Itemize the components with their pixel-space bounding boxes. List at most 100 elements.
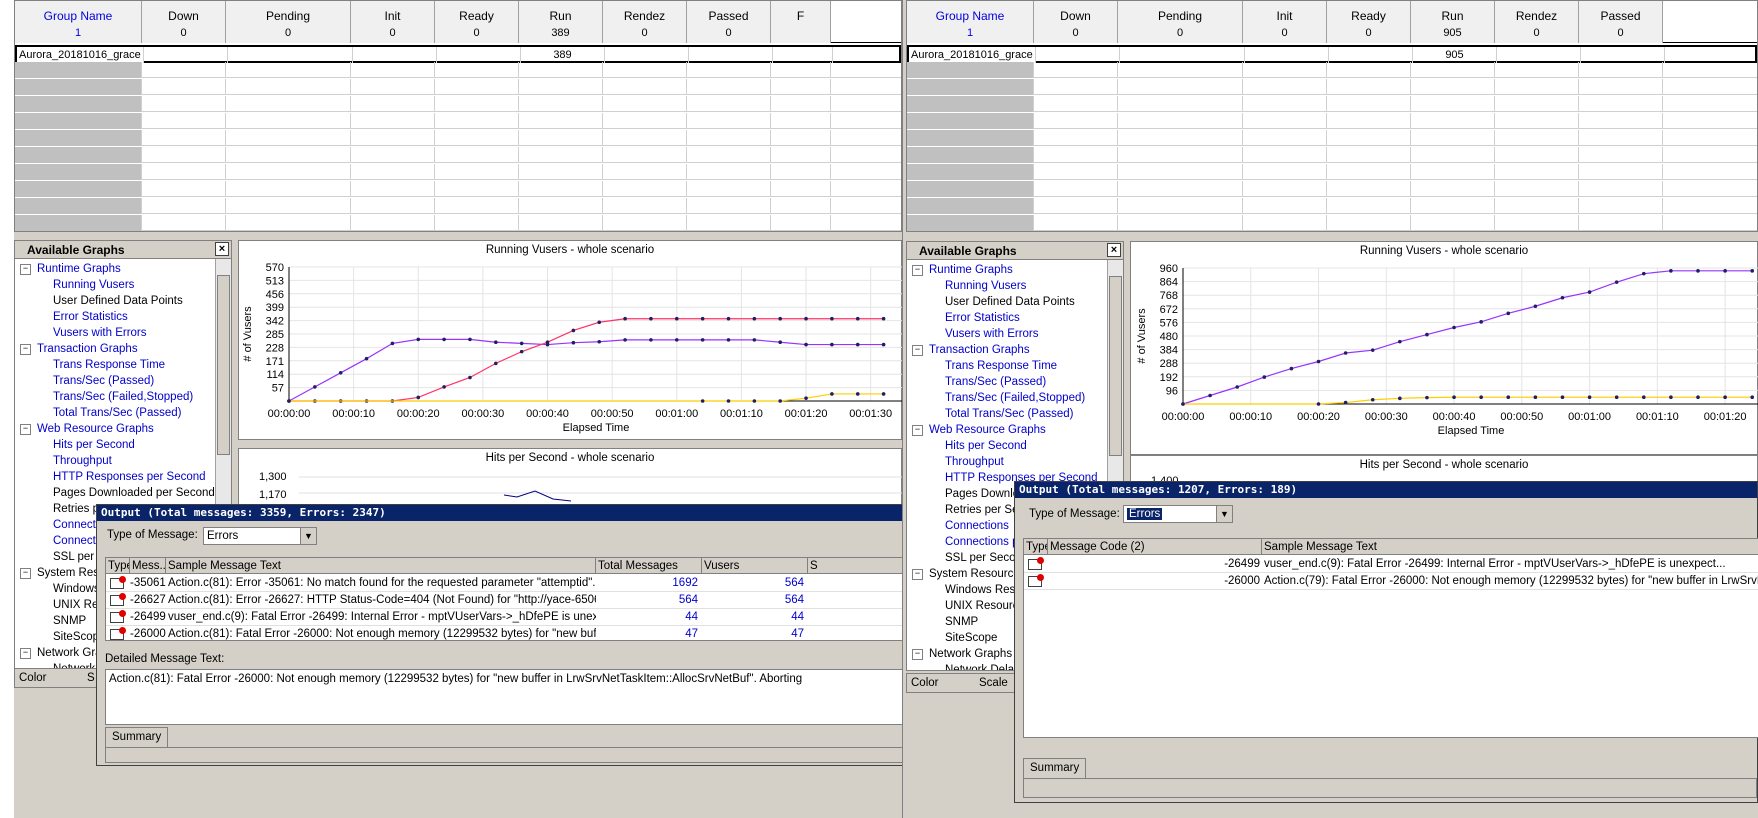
running-vusers-chart[interactable]: Running Vusers - whole scenario 57 114 171… (238, 240, 902, 440)
group-row[interactable] (907, 181, 1757, 197)
column-header[interactable]: Init 0 (351, 1, 435, 43)
group-row[interactable] (15, 181, 901, 197)
group-row[interactable] (15, 164, 901, 180)
grid-cell (603, 181, 687, 197)
tree-category[interactable]: Transaction Graphs (15, 341, 215, 357)
column-header[interactable]: Pending 0 (1118, 1, 1243, 43)
column-header[interactable]: Down 0 (1034, 1, 1118, 43)
tree-item[interactable]: HTTP Responses per Second (15, 469, 215, 485)
column-header[interactable]: Ready 0 (435, 1, 519, 43)
tree-item[interactable]: Trans/Sec (Passed) (15, 373, 215, 389)
tree-item[interactable]: Pages Downloaded per Second (15, 485, 215, 501)
hits-per-second-chart[interactable]: Hits per Second - whole scenario 1,300 1… (238, 448, 902, 508)
grid-cell (603, 130, 687, 146)
tree-item[interactable]: Running Vusers (907, 278, 1107, 294)
column-header[interactable]: Passed 0 (1579, 1, 1663, 43)
group-row[interactable] (907, 215, 1757, 231)
data-point (287, 399, 291, 403)
tree-item[interactable]: Hits per Second (907, 438, 1107, 454)
message-row[interactable] (106, 626, 906, 640)
tree-item[interactable]: Total Trans/Sec (Passed) (907, 406, 1107, 422)
tree-category[interactable]: Runtime Graphs (907, 262, 1107, 278)
message-row[interactable] (106, 575, 906, 592)
message-row[interactable] (106, 592, 906, 609)
chevron-down-icon[interactable]: ▼ (300, 528, 316, 544)
group-row[interactable] (907, 147, 1757, 163)
group-row[interactable]: Aurora_20181016_grace 905 (907, 45, 1757, 63)
chevron-down-icon[interactable]: ▼ (1216, 506, 1232, 522)
tree-category[interactable]: Runtime Graphs (15, 261, 215, 277)
group-row[interactable] (15, 147, 901, 163)
group-row[interactable] (15, 62, 901, 78)
tree-item[interactable]: Vusers with Errors (15, 325, 215, 341)
data-point (1642, 271, 1646, 276)
tree-item[interactable]: Trans/Sec (Failed,Stopped) (15, 389, 215, 405)
column-header[interactable]: Down 0 (142, 1, 226, 43)
message-row[interactable] (1024, 556, 1758, 573)
tree-item[interactable]: Throughput (907, 454, 1107, 470)
tree-item[interactable]: Throughput (15, 453, 215, 469)
tree-category[interactable]: Web Resource Graphs (907, 422, 1107, 438)
tree-category[interactable]: Transaction Graphs (907, 342, 1107, 358)
tree-item[interactable]: Error Statistics (907, 310, 1107, 326)
scrollbar-thumb[interactable] (217, 275, 230, 455)
column-header[interactable]: Rendez 0 (1495, 1, 1579, 43)
tree-item[interactable]: Trans Response Time (907, 358, 1107, 374)
message-column-header[interactable]: Type (1024, 539, 1048, 555)
column-header[interactable]: Run 905 (1411, 1, 1495, 43)
column-header[interactable]: Group Name 1 (907, 1, 1034, 43)
tree-item[interactable]: Hits per Second (15, 437, 215, 453)
close-icon[interactable]: × (215, 242, 229, 256)
message-column-header[interactable]: Type (106, 558, 130, 574)
tree-item[interactable]: User Defined Data Points (907, 294, 1107, 310)
message-column-header[interactable]: Sample Message Text (1262, 539, 1758, 555)
group-row[interactable] (15, 79, 901, 95)
tree-item[interactable]: Trans Response Time (15, 357, 215, 373)
tree-item[interactable]: Total Trans/Sec (Passed) (15, 405, 215, 421)
column-header[interactable]: Group Name 1 (15, 1, 142, 43)
group-row[interactable] (907, 130, 1757, 146)
group-row[interactable] (907, 113, 1757, 129)
close-icon[interactable]: × (1107, 243, 1121, 257)
type-of-message-select[interactable]: Errors ▼ (1123, 505, 1233, 523)
message-row[interactable] (1024, 573, 1758, 590)
tree-item[interactable]: Vusers with Errors (907, 326, 1107, 342)
column-header[interactable]: Init 0 (1243, 1, 1327, 43)
message-column-header[interactable]: Vusers (702, 558, 808, 574)
group-row[interactable] (907, 79, 1757, 95)
group-row[interactable] (907, 164, 1757, 180)
message-column-header[interactable]: S (808, 558, 906, 574)
group-row[interactable] (15, 130, 901, 146)
tab-summary[interactable]: Summary (1023, 758, 1087, 778)
tab-summary[interactable]: Summary (105, 727, 169, 747)
tree-item[interactable]: Running Vusers (15, 277, 215, 293)
column-header[interactable]: F (771, 1, 831, 43)
group-row[interactable] (15, 198, 901, 214)
column-header-label: F (796, 9, 805, 23)
group-row[interactable] (907, 62, 1757, 78)
message-column-header[interactable]: Message Code (2) (1048, 539, 1262, 555)
scrollbar-thumb[interactable] (1109, 276, 1122, 456)
group-row[interactable] (907, 96, 1757, 112)
column-header[interactable]: Pending 0 (226, 1, 351, 43)
message-column-header[interactable]: Sample Message Text (166, 558, 596, 574)
tree-item[interactable]: User Defined Data Points (15, 293, 215, 309)
message-column-header[interactable]: Mess... (130, 558, 166, 574)
message-row[interactable] (106, 609, 906, 626)
tree-item[interactable]: Trans/Sec (Failed,Stopped) (907, 390, 1107, 406)
tree-item[interactable]: Error Statistics (15, 309, 215, 325)
group-row[interactable] (15, 215, 901, 231)
message-column-header[interactable]: Total Messages (596, 558, 702, 574)
group-row[interactable] (15, 96, 901, 112)
column-header[interactable]: Run 389 (519, 1, 603, 43)
group-row[interactable] (907, 198, 1757, 214)
column-header[interactable]: Ready 0 (1327, 1, 1411, 43)
tree-item[interactable]: Trans/Sec (Passed) (907, 374, 1107, 390)
running-vusers-chart[interactable]: Running Vusers - whole scenario 96 192 288… (1130, 241, 1758, 455)
type-of-message-select[interactable]: Errors ▼ (203, 527, 317, 545)
column-header[interactable]: Passed 0 (687, 1, 771, 43)
tree-category[interactable]: Web Resource Graphs (15, 421, 215, 437)
column-header[interactable]: Rendez 0 (603, 1, 687, 43)
group-row[interactable] (15, 113, 901, 129)
group-row[interactable]: Aurora_20181016_grace 389 (15, 45, 901, 63)
